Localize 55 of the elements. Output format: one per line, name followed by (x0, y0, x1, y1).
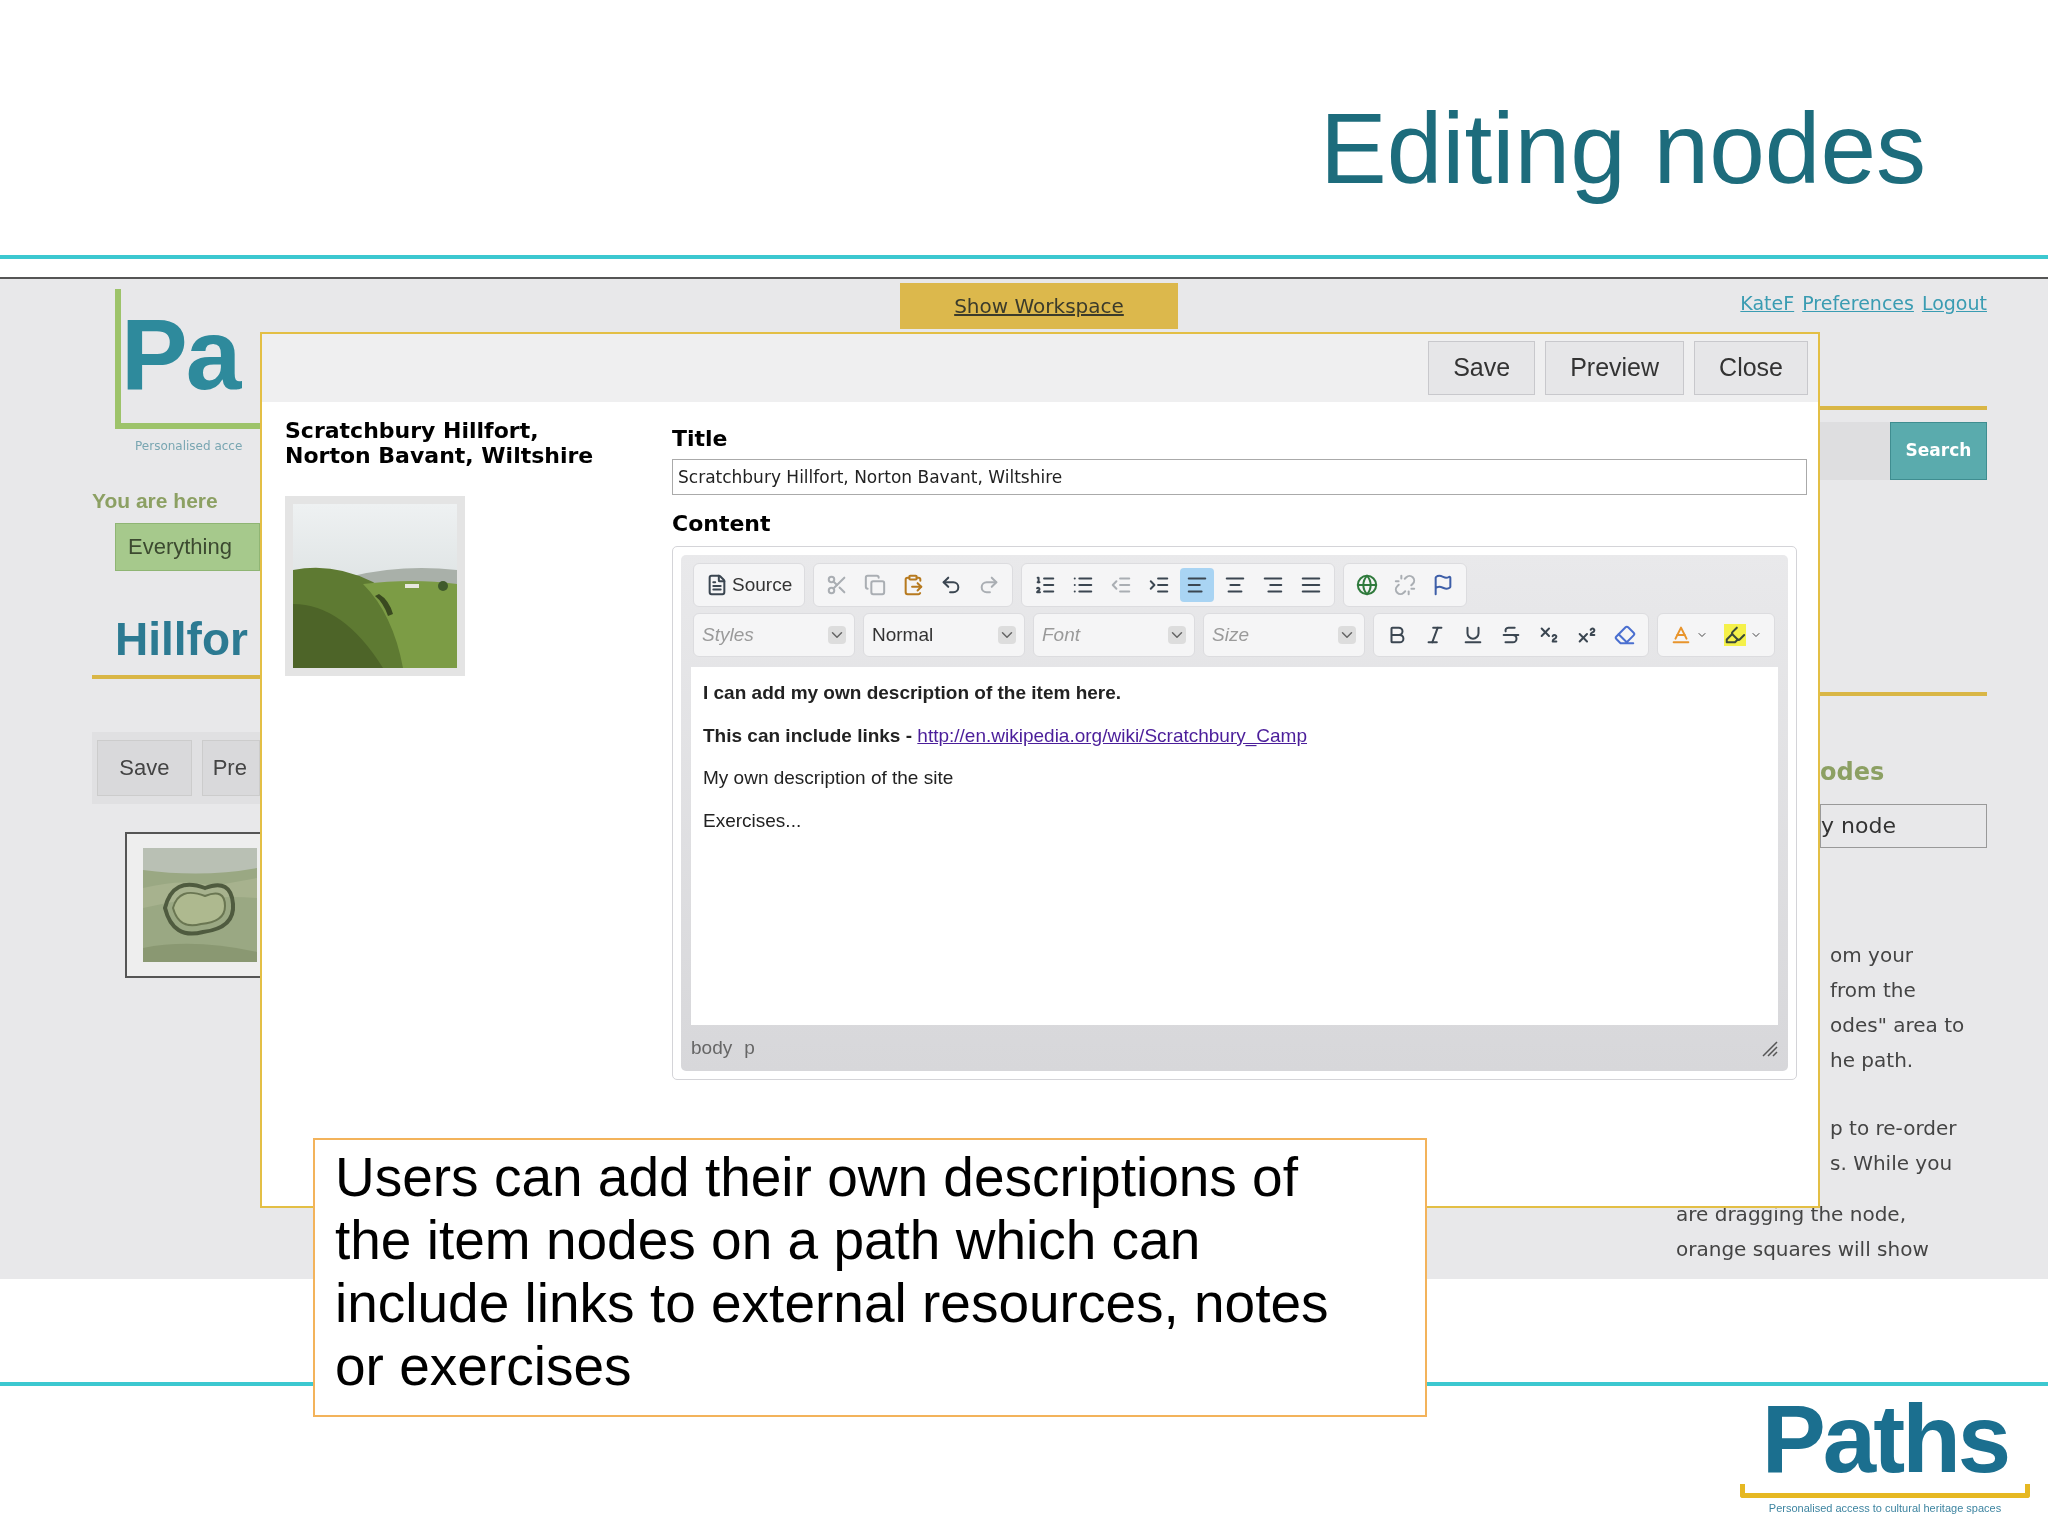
unlink-icon (1394, 574, 1417, 596)
workspace-tab[interactable]: Show Workspace (900, 283, 1178, 329)
help-text-line: are dragging the node, (1676, 1200, 1907, 1228)
field-label: Content (672, 510, 772, 538)
breadcrumb-label: You are here (92, 488, 219, 514)
clipboard-icon (902, 574, 925, 596)
dialog-button[interactable]: Save (1428, 341, 1536, 395)
title-field[interactable]: Scratchbury Hillfort, Norton Bavant, Wiltshire (672, 459, 1807, 495)
editor-paragraph: My own description of the site (703, 766, 955, 790)
element-path-item[interactable]: body (691, 1033, 733, 1063)
paths-logo: Paths Personalised access to cultural heritage spaces (1740, 1394, 2030, 1517)
caret-icon (998, 626, 1016, 644)
caret-icon (1168, 626, 1186, 644)
numbered-list-icon (1034, 574, 1057, 596)
text-color-icon (1670, 624, 1692, 646)
item-title: Scratchbury Hillfort, Norton Bavant, Wiltshire (285, 418, 595, 468)
highlighter-icon (1724, 624, 1746, 646)
help-text-line: om your (1830, 941, 1915, 969)
search-field[interactable] (1820, 421, 1890, 480)
source-button[interactable]: Source (700, 568, 799, 602)
caret-icon (828, 626, 846, 644)
editor-body[interactable]: I can add my own description of the item here. This can include links - http://en.wikipedia.org/wiki/Scratchbury_Camp My own description of the site Exercises... (691, 667, 1778, 1025)
editor-paragraph: I can add my own description of the item here. (703, 681, 1123, 705)
help-text-line: p to re-order (1830, 1114, 1958, 1142)
help-text-line: s. While you (1830, 1149, 1954, 1177)
format-dropdown[interactable]: Normal (863, 613, 1025, 657)
page-heading: Hillfor (115, 611, 249, 667)
help-text-line: odes" area to (1830, 1011, 1966, 1039)
caption-text: Users can add their own descriptions of the item nodes on a path which can include links to external resources, notes or exercises (335, 1146, 1330, 1398)
breadcrumb-link[interactable]: Everything (115, 522, 260, 571)
editor-paragraph: This can include links - http://en.wikipedia.org/wiki/Scratchbury_Camp (703, 723, 1308, 749)
help-text-line: he path. (1830, 1046, 1915, 1074)
add-node-field[interactable]: y node (1820, 803, 1987, 848)
editor-paragraph: Exercises... (703, 808, 803, 833)
slide-title: Editing nodes (1320, 90, 1926, 206)
resize-grip-icon[interactable] (1760, 1039, 1778, 1057)
strikethrough-icon (1500, 624, 1522, 646)
section-heading: odes (1820, 756, 1886, 788)
wikipedia-link[interactable]: http://en.wikipedia.org/wiki/Scratchbury_Camp (917, 724, 1307, 746)
dialog-button[interactable]: Close (1694, 341, 1808, 395)
site-tagline: Personalised acce (135, 438, 244, 455)
help-text-line: orange squares will show (1676, 1235, 1930, 1263)
element-path-item[interactable]: p (744, 1033, 755, 1063)
underline-icon (1462, 624, 1484, 646)
help-text-line: from the (1830, 976, 1917, 1004)
caret-icon (1338, 626, 1356, 644)
dialog-button[interactable]: Preview (1545, 341, 1685, 395)
globe-icon (1356, 574, 1379, 596)
field-label: Title (672, 425, 729, 453)
page-button[interactable]: Pre (201, 739, 260, 796)
page-button[interactable]: Save (97, 739, 192, 796)
copy-icon (864, 574, 887, 596)
align-left-button[interactable] (1180, 568, 1215, 602)
eraser-icon (1614, 624, 1636, 646)
document-icon (706, 574, 728, 596)
